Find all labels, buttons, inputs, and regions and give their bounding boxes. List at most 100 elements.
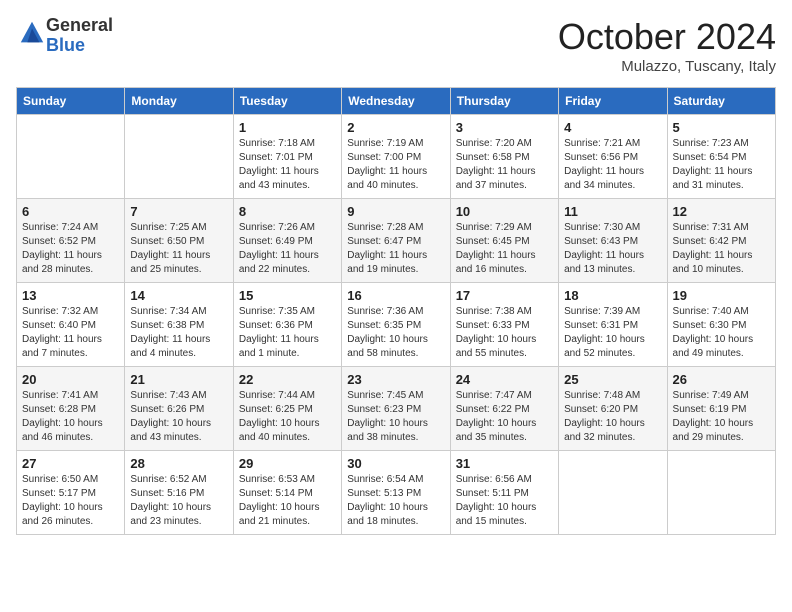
- title-block: October 2024 Mulazzo, Tuscany, Italy: [558, 16, 776, 75]
- calendar-cell: 31Sunrise: 6:56 AM Sunset: 5:11 PM Dayli…: [450, 451, 558, 535]
- location-subtitle: Mulazzo, Tuscany, Italy: [558, 58, 776, 75]
- day-number: 31: [456, 456, 553, 471]
- calendar-week-row: 6Sunrise: 7:24 AM Sunset: 6:52 PM Daylig…: [17, 199, 776, 283]
- logo-icon: [18, 19, 46, 47]
- day-info: Sunrise: 7:18 AM Sunset: 7:01 PM Dayligh…: [239, 137, 336, 193]
- calendar-cell: [559, 451, 667, 535]
- day-number: 7: [130, 204, 227, 219]
- day-info: Sunrise: 7:35 AM Sunset: 6:36 PM Dayligh…: [239, 305, 336, 361]
- day-number: 18: [564, 288, 661, 303]
- calendar-cell: 14 Sunrise: 7:34 AM Sunset: 6:38 PM Dayli…: [125, 283, 233, 367]
- calendar-header-row: SundayMondayTuesdayWednesdayThursdayFrid…: [17, 88, 776, 115]
- day-number: 10: [456, 204, 553, 219]
- day-number: 2: [347, 120, 444, 135]
- day-number: 25: [564, 372, 661, 387]
- calendar-cell: 10 Sunrise: 7:29 AM Sunset: 6:45 PM Dayli…: [450, 199, 558, 283]
- calendar-cell: 18 Sunrise: 7:39 AM Sunset: 6:31 PM Dayli…: [559, 283, 667, 367]
- day-info: Sunrise: 7:47 AM Sunset: 6:22 PM Dayligh…: [456, 389, 553, 445]
- calendar-cell: 17 Sunrise: 7:38 AM Sunset: 6:33 PM Dayli…: [450, 283, 558, 367]
- day-number: 11: [564, 204, 661, 219]
- day-info: Sunrise: 7:31 AM Sunset: 6:42 PM Dayligh…: [673, 221, 770, 277]
- day-info: Sunrise: 7:23 AM Sunset: 6:54 PM Dayligh…: [673, 137, 770, 193]
- day-number: 21: [130, 372, 227, 387]
- day-info: Sunrise: 7:36 AM Sunset: 6:35 PM Dayligh…: [347, 305, 444, 361]
- calendar-table: SundayMondayTuesdayWednesdayThursdayFrid…: [16, 87, 776, 535]
- calendar-cell: 11 Sunrise: 7:30 AM Sunset: 6:43 PM Dayli…: [559, 199, 667, 283]
- day-header-monday: Monday: [125, 88, 233, 115]
- calendar-cell: 23 Sunrise: 7:45 AM Sunset: 6:23 PM Dayli…: [342, 367, 450, 451]
- calendar-cell: [17, 115, 125, 199]
- calendar-week-row: 13 Sunrise: 7:32 AM Sunset: 6:40 PM Dayli…: [17, 283, 776, 367]
- day-number: 28: [130, 456, 227, 471]
- calendar-cell: 28 Sunrise: 6:52 AM Sunset: 5:16 PM Dayli…: [125, 451, 233, 535]
- day-info: Sunrise: 7:40 AM Sunset: 6:30 PM Dayligh…: [673, 305, 770, 361]
- day-info: Sunrise: 6:53 AM Sunset: 5:14 PM Dayligh…: [239, 473, 336, 529]
- calendar-cell: 9 Sunrise: 7:28 AM Sunset: 6:47 PM Daylig…: [342, 199, 450, 283]
- calendar-cell: 20Sunrise: 7:41 AM Sunset: 6:28 PM Dayli…: [17, 367, 125, 451]
- day-header-wednesday: Wednesday: [342, 88, 450, 115]
- day-info: Sunrise: 7:24 AM Sunset: 6:52 PM Dayligh…: [22, 221, 119, 277]
- day-info: Sunrise: 7:49 AM Sunset: 6:19 PM Dayligh…: [673, 389, 770, 445]
- calendar-cell: 3 Sunrise: 7:20 AM Sunset: 6:58 PM Daylig…: [450, 115, 558, 199]
- calendar-cell: 25 Sunrise: 7:48 AM Sunset: 6:20 PM Dayli…: [559, 367, 667, 451]
- day-info: Sunrise: 7:19 AM Sunset: 7:00 PM Dayligh…: [347, 137, 444, 193]
- calendar-week-row: 27Sunrise: 6:50 AM Sunset: 5:17 PM Dayli…: [17, 451, 776, 535]
- day-info: Sunrise: 7:43 AM Sunset: 6:26 PM Dayligh…: [130, 389, 227, 445]
- day-number: 23: [347, 372, 444, 387]
- calendar-cell: 24 Sunrise: 7:47 AM Sunset: 6:22 PM Dayli…: [450, 367, 558, 451]
- day-number: 26: [673, 372, 770, 387]
- day-number: 30: [347, 456, 444, 471]
- day-number: 14: [130, 288, 227, 303]
- day-number: 5: [673, 120, 770, 135]
- day-header-tuesday: Tuesday: [233, 88, 341, 115]
- day-info: Sunrise: 7:28 AM Sunset: 6:47 PM Dayligh…: [347, 221, 444, 277]
- day-number: 13: [22, 288, 119, 303]
- calendar-cell: 1 Sunrise: 7:18 AM Sunset: 7:01 PM Daylig…: [233, 115, 341, 199]
- day-number: 16: [347, 288, 444, 303]
- calendar-cell: [125, 115, 233, 199]
- day-number: 22: [239, 372, 336, 387]
- day-info: Sunrise: 7:32 AM Sunset: 6:40 PM Dayligh…: [22, 305, 119, 361]
- day-number: 29: [239, 456, 336, 471]
- day-number: 17: [456, 288, 553, 303]
- day-number: 19: [673, 288, 770, 303]
- day-number: 3: [456, 120, 553, 135]
- calendar-cell: [667, 451, 775, 535]
- day-info: Sunrise: 7:20 AM Sunset: 6:58 PM Dayligh…: [456, 137, 553, 193]
- calendar-cell: 5 Sunrise: 7:23 AM Sunset: 6:54 PM Daylig…: [667, 115, 775, 199]
- day-number: 24: [456, 372, 553, 387]
- day-info: Sunrise: 7:26 AM Sunset: 6:49 PM Dayligh…: [239, 221, 336, 277]
- day-info: Sunrise: 7:39 AM Sunset: 6:31 PM Dayligh…: [564, 305, 661, 361]
- day-header-saturday: Saturday: [667, 88, 775, 115]
- calendar-cell: 13 Sunrise: 7:32 AM Sunset: 6:40 PM Dayli…: [17, 283, 125, 367]
- calendar-cell: 22 Sunrise: 7:44 AM Sunset: 6:25 PM Dayli…: [233, 367, 341, 451]
- day-info: Sunrise: 7:45 AM Sunset: 6:23 PM Dayligh…: [347, 389, 444, 445]
- day-header-friday: Friday: [559, 88, 667, 115]
- day-info: Sunrise: 6:50 AM Sunset: 5:17 PM Dayligh…: [22, 473, 119, 529]
- calendar-cell: 7Sunrise: 7:25 AM Sunset: 6:50 PM Daylig…: [125, 199, 233, 283]
- day-info: Sunrise: 7:44 AM Sunset: 6:25 PM Dayligh…: [239, 389, 336, 445]
- calendar-cell: 29 Sunrise: 6:53 AM Sunset: 5:14 PM Dayli…: [233, 451, 341, 535]
- day-number: 9: [347, 204, 444, 219]
- day-info: Sunrise: 7:29 AM Sunset: 6:45 PM Dayligh…: [456, 221, 553, 277]
- day-info: Sunrise: 6:54 AM Sunset: 5:13 PM Dayligh…: [347, 473, 444, 529]
- day-info: Sunrise: 7:48 AM Sunset: 6:20 PM Dayligh…: [564, 389, 661, 445]
- month-title: October 2024: [558, 16, 776, 58]
- day-info: Sunrise: 6:52 AM Sunset: 5:16 PM Dayligh…: [130, 473, 227, 529]
- day-number: 8: [239, 204, 336, 219]
- day-info: Sunrise: 7:41 AM Sunset: 6:28 PM Dayligh…: [22, 389, 119, 445]
- calendar-cell: 27Sunrise: 6:50 AM Sunset: 5:17 PM Dayli…: [17, 451, 125, 535]
- calendar-cell: 6Sunrise: 7:24 AM Sunset: 6:52 PM Daylig…: [17, 199, 125, 283]
- calendar-cell: 30 Sunrise: 6:54 AM Sunset: 5:13 PM Dayli…: [342, 451, 450, 535]
- day-number: 15: [239, 288, 336, 303]
- day-header-thursday: Thursday: [450, 88, 558, 115]
- day-header-sunday: Sunday: [17, 88, 125, 115]
- calendar-cell: 8 Sunrise: 7:26 AM Sunset: 6:49 PM Daylig…: [233, 199, 341, 283]
- day-info: Sunrise: 7:38 AM Sunset: 6:33 PM Dayligh…: [456, 305, 553, 361]
- day-number: 1: [239, 120, 336, 135]
- calendar-cell: 26 Sunrise: 7:49 AM Sunset: 6:19 PM Dayli…: [667, 367, 775, 451]
- day-number: 12: [673, 204, 770, 219]
- day-info: Sunrise: 7:34 AM Sunset: 6:38 PM Dayligh…: [130, 305, 227, 361]
- day-info: Sunrise: 7:30 AM Sunset: 6:43 PM Dayligh…: [564, 221, 661, 277]
- day-number: 4: [564, 120, 661, 135]
